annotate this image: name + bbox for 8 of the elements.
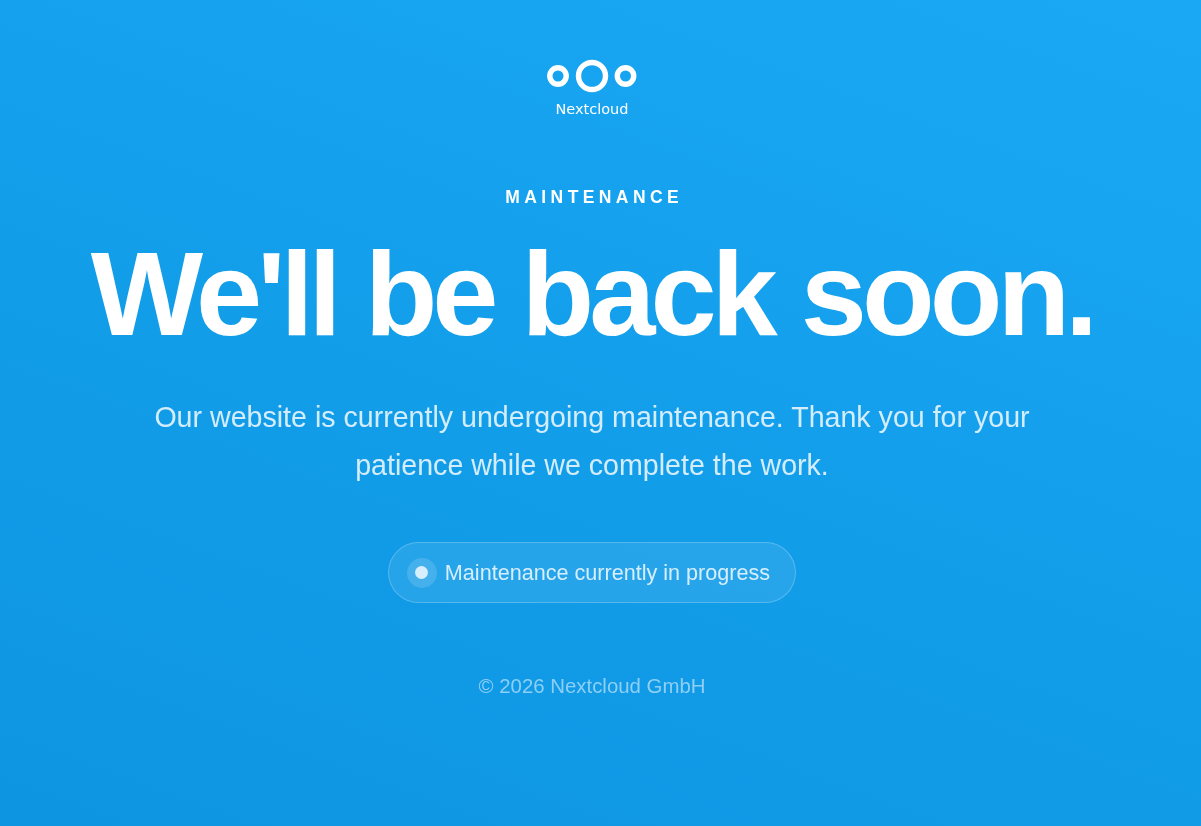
headline: We'll be back soon. bbox=[90, 226, 1094, 362]
brand-wordmark: Nextcloud bbox=[555, 100, 629, 118]
status-text: Maintenance currently in progress bbox=[444, 559, 771, 586]
status-dot-icon bbox=[406, 557, 437, 588]
three-rings-logo-icon bbox=[547, 59, 637, 93]
message-paragraph: Our website is currently undergoing maintenance. Thank you for your patience while we complete the work. bbox=[153, 400, 1031, 483]
section-label: MAINTENANCE bbox=[504, 186, 684, 208]
copyright-text: © 2026 Nextcloud GmbH bbox=[478, 674, 706, 698]
